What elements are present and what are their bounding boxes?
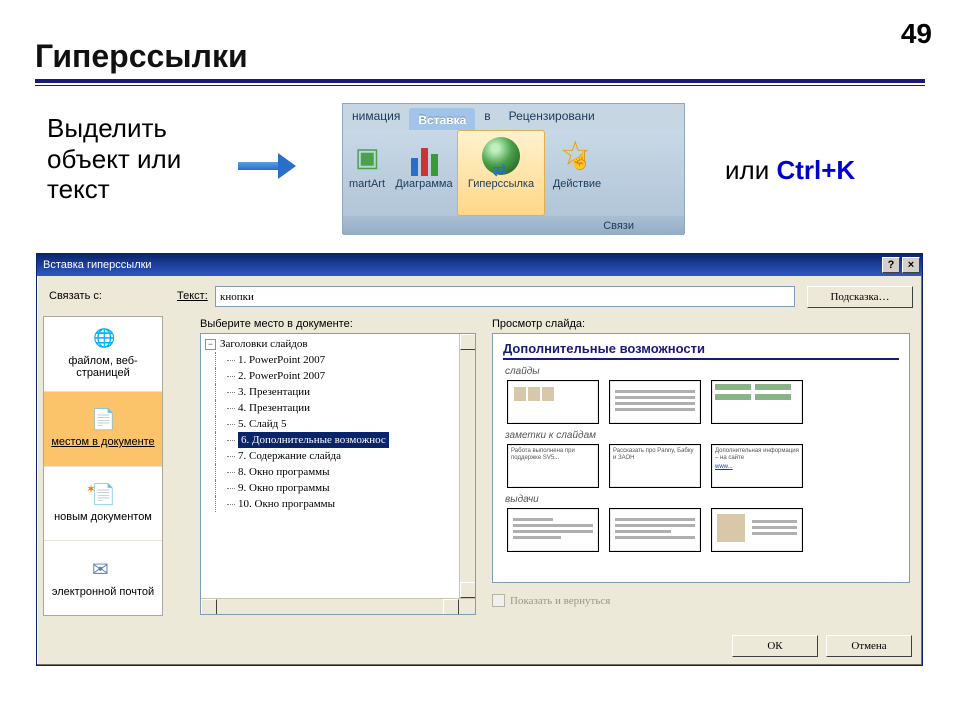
hotkey-hint: или Ctrl+K [725, 155, 855, 186]
option-file-webpage-label: файлом, веб-страницей [46, 355, 160, 379]
preview-thumb [507, 508, 599, 552]
ribbon: нимация Вставка в Рецензировани martArt … [342, 103, 685, 234]
cancel-button[interactable]: Отмена [826, 635, 912, 657]
tree-item[interactable]: 4. Презентации [205, 400, 459, 416]
globe-icon [88, 328, 118, 352]
places-label: Выберите место в документе: [200, 318, 353, 330]
tree-root[interactable]: −Заголовки слайдов [205, 336, 459, 352]
ribbon-btn-action-label: Действие [553, 178, 601, 190]
smartart-icon [347, 136, 387, 176]
ribbon-group-label: Связи [343, 216, 684, 235]
tree-item[interactable]: 9. Окно программы [205, 480, 459, 496]
slide-preview: Дополнительные возможности слайды [492, 333, 910, 583]
ribbon-tab-review[interactable]: Рецензировани [500, 104, 604, 130]
dialog-titlebar[interactable]: Вставка гиперссылки ? × [37, 254, 922, 276]
preview-thumb [507, 380, 599, 424]
ribbon-tab-insert[interactable]: Вставка [409, 108, 475, 130]
page-title: Гиперссылки [35, 38, 248, 75]
option-new-document-label: новым документом [54, 511, 152, 523]
link-with-label: Связать с: [49, 290, 102, 302]
tree-item[interactable]: 10. Окно программы [205, 496, 459, 512]
tree-item[interactable]: 5. Слайд 5 [205, 416, 459, 432]
text-to-display-label: Текст: [177, 290, 208, 302]
tree-item[interactable]: 3. Презентации [205, 384, 459, 400]
insert-hyperlink-dialog: Вставка гиперссылки ? × Связать с: Текст… [36, 253, 923, 666]
ribbon-tab-unknown[interactable]: в [475, 104, 499, 130]
preview-section-slides: слайды [505, 366, 899, 377]
preview-thumb: Рассказать про Panny, Бабку и ЗАОН [609, 444, 701, 488]
ok-button-label: ОК [767, 640, 782, 652]
ribbon-btn-smartart-label: martArt [349, 178, 385, 190]
ribbon-btn-action[interactable]: Действие [545, 130, 609, 216]
close-icon[interactable]: × [902, 257, 920, 273]
new-document-icon [88, 484, 118, 508]
preview-thumb [609, 508, 701, 552]
option-place-in-doc[interactable]: местом в документе [44, 392, 162, 467]
tree-item[interactable]: 8. Окно программы [205, 464, 459, 480]
title-underline-thin [35, 85, 925, 86]
ribbon-btn-smartart[interactable]: martArt [343, 130, 391, 216]
places-tree[interactable]: −Заголовки слайдов1. PowerPoint 20072. P… [200, 333, 476, 615]
arrow-icon [238, 153, 298, 179]
preview-section-notes: заметки к слайдам [505, 430, 899, 441]
dialog-title-text: Вставка гиперссылки [43, 259, 152, 271]
tree-item[interactable]: 1. PowerPoint 2007 [205, 352, 459, 368]
mail-icon [88, 559, 118, 583]
show-and-return-label: Показать и вернуться [510, 595, 610, 607]
tree-scrollbar-horizontal[interactable] [201, 598, 475, 614]
globe-link-icon [481, 136, 521, 176]
hotkey-combo: Ctrl+K [776, 155, 855, 185]
preview-thumb: Дополнительная информация – на сайте www… [711, 444, 803, 488]
preview-thumb [711, 380, 803, 424]
page-number: 49 [901, 18, 932, 50]
link-to-options: файлом, веб-страницей местом в документе… [43, 316, 163, 616]
preview-slide-title: Дополнительные возможности [503, 341, 899, 360]
display-text-input[interactable] [215, 286, 795, 307]
option-new-document[interactable]: новым документом [44, 467, 162, 542]
ok-button[interactable]: ОК [732, 635, 818, 657]
title-underline [35, 79, 925, 83]
ribbon-btn-chart[interactable]: Диаграмма [391, 130, 457, 216]
tree-item[interactable]: 7. Содержание слайда [205, 448, 459, 464]
show-and-return-checkbox: Показать и вернуться [492, 594, 610, 607]
hotkey-prefix: или [725, 155, 776, 185]
document-icon [88, 409, 118, 433]
ribbon-btn-hyperlink[interactable]: Гиперссылка [457, 130, 545, 216]
option-email-label: электронной почтой [52, 586, 154, 598]
tree-item[interactable]: 6. Дополнительные возможнос [205, 432, 459, 448]
text-label-inner: Текст: [177, 290, 208, 302]
action-star-icon [557, 136, 597, 176]
cancel-button-label: Отмена [851, 640, 886, 652]
preview-thumb [711, 508, 803, 552]
instruction-text: Выделить объект или текст [47, 113, 232, 205]
option-place-in-doc-label: местом в документе [51, 436, 154, 448]
screentip-button-label: Подсказка… [830, 291, 889, 303]
preview-label: Просмотр слайда: [492, 318, 585, 330]
option-email[interactable]: электронной почтой [44, 541, 162, 615]
preview-thumb: Работа выполнена при поддержке SV5... [507, 444, 599, 488]
preview-thumb [609, 380, 701, 424]
chart-icon [404, 136, 444, 176]
checkbox-icon [492, 594, 505, 607]
ribbon-tab-animation[interactable]: нимация [343, 104, 409, 130]
tree-item[interactable]: 2. PowerPoint 2007 [205, 368, 459, 384]
help-button[interactable]: ? [882, 257, 900, 273]
ribbon-btn-chart-label: Диаграмма [395, 178, 452, 190]
tree-scrollbar-vertical[interactable] [459, 334, 475, 598]
option-file-webpage[interactable]: файлом, веб-страницей [44, 317, 162, 392]
preview-section-handouts: выдачи [505, 494, 899, 505]
screentip-button[interactable]: Подсказка… [807, 286, 913, 308]
